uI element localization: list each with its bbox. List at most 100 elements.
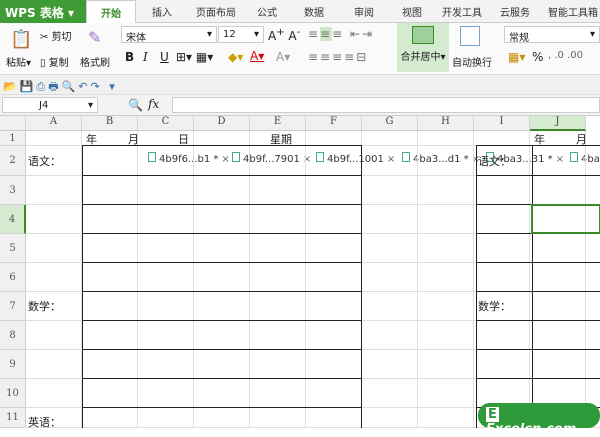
table-border (476, 378, 600, 379)
selected-cell-J4[interactable] (531, 204, 600, 234)
close-icon[interactable]: × (221, 154, 229, 165)
table-border (82, 349, 362, 350)
app-menu-button[interactable]: WPS 表格 ▾ (0, 0, 86, 23)
cut-button[interactable]: ✂ 剪切 (40, 28, 72, 43)
row-header-2[interactable]: 2 (0, 146, 26, 176)
file-icon (570, 152, 578, 162)
column-header-F[interactable]: F (306, 116, 362, 131)
cell-I2: 语文： (478, 155, 511, 168)
tab-2[interactable]: 页面布局 (196, 4, 236, 19)
paste-button[interactable]: 粘贴▾ (6, 54, 31, 69)
vertical-align-icons[interactable]: ≡≡≡ ⇤⇥ (308, 27, 374, 41)
ribbon: 📋 粘贴▾ ✂ 剪切 ▯ 复制 ✎ 格式刷 宋体 ▾ 12 ▾ A+ A- B I … (0, 23, 600, 75)
column-header-D[interactable]: D (194, 116, 250, 131)
formula-input[interactable] (172, 97, 600, 113)
row-header-10[interactable]: 10 (0, 379, 26, 408)
row-header-7[interactable]: 7 (0, 292, 26, 321)
table-border (476, 349, 600, 350)
percent-button[interactable]: % (532, 50, 543, 64)
row-header-3[interactable]: 3 (0, 176, 26, 205)
tab-0[interactable]: 开始 (86, 0, 136, 24)
tab-8[interactable]: 云服务 (500, 4, 530, 19)
close-icon[interactable]: × (387, 154, 395, 165)
row-header-8[interactable]: 8 (0, 321, 26, 350)
column-header-J[interactable]: J (530, 116, 586, 131)
tab-4[interactable]: 数据 (304, 4, 324, 19)
table-border (82, 145, 83, 428)
merge-center-button[interactable]: 合并居中▾ (397, 23, 449, 72)
select-all-corner[interactable] (0, 116, 26, 131)
tab-1[interactable]: 插入 (152, 4, 172, 19)
horizontal-align-icons[interactable]: ≡≡≡≡⊟ (308, 50, 368, 64)
table-border (361, 145, 362, 428)
cell-C1: 日 (178, 133, 189, 146)
fx-button[interactable]: fx (148, 97, 159, 111)
column-header-B[interactable]: B (82, 116, 138, 131)
table-border (82, 262, 362, 263)
column-header-A[interactable]: A (26, 116, 82, 131)
cell-E1: 星期 (270, 133, 292, 146)
file-tab[interactable]: 4b9f...1001 × (316, 152, 395, 165)
table-border (476, 175, 600, 176)
table-border (82, 291, 362, 292)
file-tab-label: 4ba3...d1 * (413, 154, 469, 165)
gridline (417, 131, 418, 428)
cell-B1-month: 月 (128, 133, 139, 146)
wrap-text-button[interactable]: 自动换行 (452, 54, 492, 69)
column-header-G[interactable]: G (362, 116, 418, 131)
row-header-4[interactable]: 4 (0, 205, 26, 234)
paste-icon[interactable]: 📋 (10, 29, 32, 50)
column-header-H[interactable]: H (418, 116, 474, 131)
currency-icon[interactable]: ▦▾ (508, 50, 525, 64)
row-header-6[interactable]: 6 (0, 263, 26, 292)
name-box[interactable]: J4 ▾ (2, 97, 98, 113)
file-tab[interactable]: 4ba3...d1 *× (402, 152, 480, 165)
close-icon[interactable]: × (556, 154, 564, 165)
font-size-grow-icon[interactable]: A+ A- (268, 27, 300, 43)
decimal-icons[interactable]: , .0 .00 (548, 50, 583, 61)
file-tab[interactable]: 4b9f...7901 × (232, 152, 311, 165)
table-border (476, 320, 600, 321)
table-border (82, 320, 362, 321)
row-header-1[interactable]: 1 (0, 131, 26, 146)
formula-bar: J4 ▾ 🔍 fx (0, 95, 600, 116)
font-size-select[interactable]: 12 ▾ (218, 26, 264, 43)
tab-3[interactable]: 公式 (257, 4, 277, 19)
table-border (82, 175, 362, 176)
fill-color-icon[interactable]: ◆▾ (228, 50, 243, 64)
number-format-select[interactable]: 常规 ▾ (504, 26, 600, 44)
row-header-5[interactable]: 5 (0, 234, 26, 263)
row-header-11[interactable]: 11 (0, 408, 26, 428)
bold-button[interactable]: B (125, 50, 134, 64)
column-header-C[interactable]: C (138, 116, 194, 131)
tab-6[interactable]: 视图 (402, 4, 422, 19)
font-select[interactable]: 宋体 ▾ (121, 26, 217, 44)
table-border (476, 291, 600, 292)
table-border (82, 233, 362, 234)
wrap-text-icon (460, 26, 480, 46)
file-icon (232, 152, 240, 162)
cell-J1-month: 月 (576, 133, 587, 146)
gridline (473, 131, 474, 428)
column-header-I[interactable]: I (474, 116, 530, 131)
border-icon[interactable]: ⊞▾ ▦▾ (176, 50, 213, 64)
tab-bar: WPS 表格 ▾ 开始 插入 页面布局 公式 数据 审阅 视图 开发工具 云服务 智能工具箱 (0, 0, 600, 24)
brush-icon: ✎ (88, 28, 102, 47)
file-tab[interactable]: 4b9f6...b1 * × (148, 152, 230, 165)
column-header-E[interactable]: E (250, 116, 306, 131)
tab-7[interactable]: 开发工具 (442, 4, 482, 19)
row-header-9[interactable]: 9 (0, 350, 26, 379)
zoom-search-icon[interactable]: 🔍 (128, 98, 143, 112)
underline-button[interactable]: U (160, 50, 169, 64)
tab-9[interactable]: 智能工具箱 (548, 4, 598, 19)
file-icon (316, 152, 324, 162)
font-color-icon[interactable]: A▾ (250, 49, 264, 63)
cell-I7: 数学： (478, 300, 511, 313)
format-painter-button[interactable]: 格式刷 (80, 54, 110, 69)
copy-button[interactable]: ▯ 复制 (40, 54, 69, 69)
tab-5[interactable]: 审阅 (354, 4, 374, 19)
table-border (82, 378, 362, 379)
clear-format-icon[interactable]: A▾ (276, 50, 290, 64)
table-border (82, 407, 362, 408)
italic-button[interactable]: I (143, 50, 148, 64)
